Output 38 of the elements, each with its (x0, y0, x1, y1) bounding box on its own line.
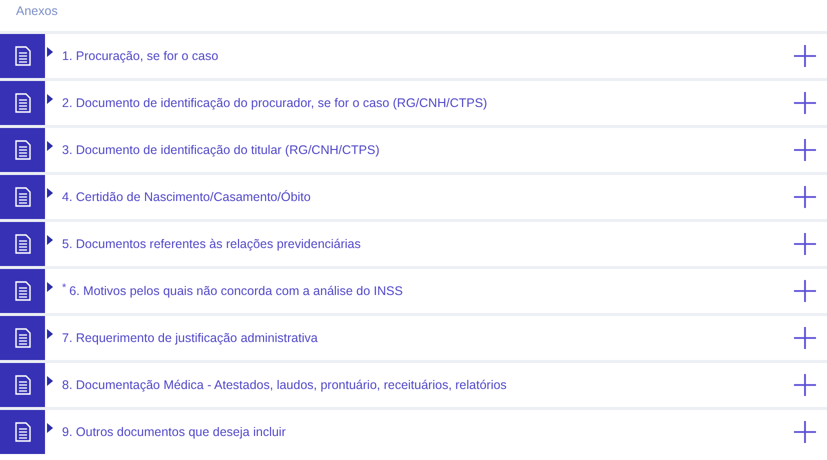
section-title: Anexos (15, 3, 59, 20)
attachment-label[interactable]: 9. Outros documentos que deseja incluir (62, 425, 794, 439)
caret-icon[interactable] (47, 188, 53, 198)
caret-icon[interactable] (47, 141, 53, 151)
document-icon (14, 93, 30, 113)
add-button[interactable] (794, 92, 816, 114)
document-icon (14, 140, 30, 160)
add-button[interactable] (794, 280, 816, 302)
add-button[interactable] (794, 186, 816, 208)
caret-icon[interactable] (47, 423, 53, 433)
document-icon (14, 281, 30, 301)
attachment-label[interactable]: 6. Motivos pelos quais não concorda com a análise do INSS (69, 284, 794, 298)
caret-icon[interactable] (47, 329, 53, 339)
attachment-label[interactable]: 4. Certidão de Nascimento/Casamento/Óbito (62, 190, 794, 204)
add-button[interactable] (794, 327, 816, 349)
attachment-label[interactable]: 3. Documento de identificação do titular (RG/CNH/CTPS) (62, 143, 794, 157)
document-icon (14, 422, 30, 442)
required-mark: * (62, 282, 66, 294)
caret-icon[interactable] (47, 235, 53, 245)
document-icon (14, 328, 30, 348)
add-button[interactable] (794, 421, 816, 443)
document-icon (14, 46, 30, 66)
caret-icon[interactable] (47, 47, 53, 57)
add-button[interactable] (794, 374, 816, 396)
attachment-label[interactable]: 2. Documento de identificação do procurador, se for o caso (RG/CNH/CTPS) (62, 96, 794, 110)
caret-icon[interactable] (47, 282, 53, 292)
attachment-label[interactable]: 5. Documentos referentes às relações previdenciárias (62, 237, 794, 251)
caret-icon[interactable] (47, 94, 53, 104)
attachment-label[interactable]: 7. Requerimento de justificação administrativa (62, 331, 794, 345)
caret-icon[interactable] (47, 376, 53, 386)
add-button[interactable] (794, 45, 816, 67)
attachment-label[interactable]: 1. Procuração, se for o caso (62, 49, 794, 63)
attachment-label[interactable]: 8. Documentação Médica - Atestados, laudos, prontuário, receituários, relatórios (62, 378, 794, 392)
document-icon (14, 187, 30, 207)
document-icon (14, 375, 30, 395)
add-button[interactable] (794, 139, 816, 161)
document-icon (14, 234, 30, 254)
add-button[interactable] (794, 233, 816, 255)
